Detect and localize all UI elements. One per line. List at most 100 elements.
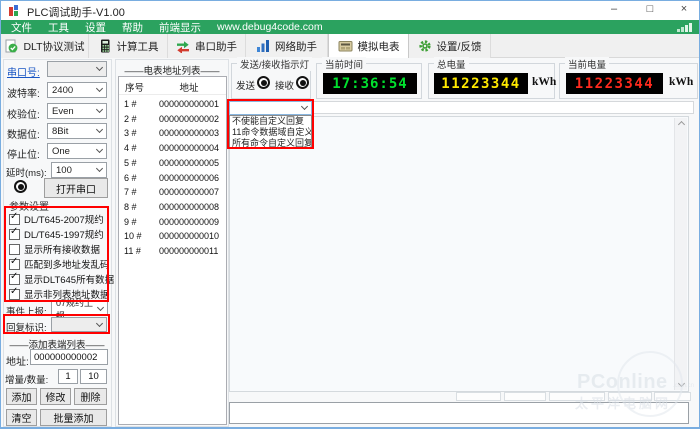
receive-label: 接收 bbox=[275, 78, 294, 92]
tab-settings-feedback[interactable]: 设置/反馈 bbox=[409, 34, 491, 58]
signal-bars-icon bbox=[677, 23, 693, 32]
serial-port-label[interactable]: 串口号: bbox=[7, 64, 40, 79]
meter-row[interactable]: 7 #000000000007 bbox=[119, 185, 226, 199]
menu-item-website[interactable]: www.debug4code.com bbox=[217, 21, 323, 33]
meter-row[interactable]: 6 #000000000006 bbox=[119, 171, 226, 185]
tab-calculator-tool[interactable]: 计算工具 bbox=[89, 34, 168, 58]
serial-status-led bbox=[14, 180, 27, 193]
dropdown-option[interactable]: 不使能自定义回复 bbox=[230, 116, 311, 127]
scroll-up-icon[interactable] bbox=[677, 121, 684, 128]
tab-serial-assistant[interactable]: 串口助手 bbox=[168, 34, 246, 58]
tab-label: DLT协议测试 bbox=[23, 39, 84, 54]
meter-row[interactable]: 5 #000000000005 bbox=[119, 156, 226, 170]
meter-row[interactable]: 4 #000000000004 bbox=[119, 141, 226, 155]
quantity-input[interactable] bbox=[80, 369, 107, 384]
maximize-button[interactable]: □ bbox=[635, 1, 665, 19]
dropdown-option[interactable]: 所有命令自定义回复 bbox=[230, 138, 311, 149]
checkbox-label: 显示所有接收数据 bbox=[24, 242, 100, 256]
custom-reply-select[interactable] bbox=[229, 101, 312, 115]
clear-button[interactable]: 清空 bbox=[6, 409, 37, 426]
checkbox-label: DL/T645-1997规约 bbox=[24, 227, 104, 241]
delete-button[interactable]: 删除 bbox=[74, 388, 107, 405]
title-bar: PLC调试助手-V1.00 – □ × bbox=[1, 1, 699, 20]
meter-address-list[interactable]: 序号 地址 1 #000000000001 2 #000000000002 3 … bbox=[118, 76, 227, 425]
bar-chart-icon bbox=[256, 39, 270, 53]
increment-input[interactable] bbox=[58, 369, 78, 384]
stop-bits-label: 停止位: bbox=[7, 146, 40, 161]
chevron-down-icon bbox=[96, 165, 103, 172]
event-report-select[interactable]: 07规约上报 bbox=[51, 301, 108, 316]
status-strip bbox=[313, 101, 694, 114]
close-button[interactable]: × bbox=[669, 1, 699, 19]
dropdown-option[interactable]: 11命令数据域自定义 bbox=[230, 127, 311, 138]
address-input[interactable] bbox=[30, 349, 108, 365]
tab-label: 网络助手 bbox=[275, 39, 317, 54]
menu-item-help[interactable]: 帮助 bbox=[122, 20, 143, 35]
meter-row[interactable]: 9 #000000000009 bbox=[119, 215, 226, 229]
checkbox-dlt645-2007[interactable]: ✓ DL/T645-2007规约 bbox=[9, 212, 104, 226]
total-energy-title: 总电量 bbox=[434, 57, 469, 71]
chevron-down-icon bbox=[96, 146, 103, 153]
app-window: { "window": { "title": "PLC调试助手-V1.00", … bbox=[0, 0, 700, 429]
checkbox-multi-address-garble[interactable]: ✓ 匹配到多地址发乱码 bbox=[9, 257, 110, 271]
tab-label: 计算工具 bbox=[117, 39, 159, 54]
header-divider bbox=[119, 94, 226, 95]
checkbox-box: ✓ bbox=[9, 274, 20, 285]
delay-select[interactable]: 100 bbox=[51, 162, 107, 178]
response-data-panel[interactable] bbox=[229, 116, 689, 392]
chevron-down-icon bbox=[96, 126, 103, 133]
menu-item-front-display[interactable]: 前端显示 bbox=[159, 20, 201, 35]
scroll-down-icon[interactable] bbox=[678, 380, 685, 387]
menu-item-tools[interactable]: 工具 bbox=[48, 20, 69, 35]
message-input[interactable] bbox=[229, 402, 689, 424]
menu-item-settings[interactable]: 设置 bbox=[85, 20, 106, 35]
reply-id-label: 回复标识: bbox=[6, 320, 47, 334]
total-energy-display: 11223344 bbox=[434, 73, 528, 94]
tab-label: 设置/反馈 bbox=[437, 39, 482, 54]
parity-select[interactable]: Even bbox=[47, 103, 107, 119]
meter-row[interactable]: 3 #000000000003 bbox=[119, 126, 226, 140]
tool-tab-bar: DLT协议测试 计算工具 串口助手 网络助手 bbox=[1, 34, 699, 58]
checkbox-label: 匹配到多地址发乱码 bbox=[24, 257, 110, 271]
batch-add-button[interactable]: 批量添加 bbox=[40, 409, 107, 426]
increment-quantity-label: 增量/数量: bbox=[5, 372, 48, 386]
checkbox-show-all-received[interactable]: 显示所有接收数据 bbox=[9, 242, 100, 256]
chevron-down-icon bbox=[96, 64, 103, 71]
checkbox-show-dlt645-all-data[interactable]: ✓ 显示DLT645所有数据 bbox=[9, 272, 114, 286]
calculator-icon bbox=[98, 39, 112, 53]
tab-label: 串口助手 bbox=[195, 39, 237, 54]
modify-button[interactable]: 修改 bbox=[40, 388, 71, 405]
meter-row[interactable]: 10 #000000000010 bbox=[119, 229, 226, 243]
reply-id-select[interactable] bbox=[51, 317, 107, 332]
meter-row[interactable]: 2 #000000000002 bbox=[119, 112, 226, 126]
chevron-down-icon bbox=[96, 106, 103, 113]
open-port-button[interactable]: 打开串口 bbox=[44, 178, 108, 198]
meter-row[interactable]: 1 #000000000001 bbox=[119, 97, 226, 111]
ghost-box bbox=[608, 392, 652, 401]
baud-rate-select[interactable]: 2400 bbox=[47, 82, 107, 98]
data-bits-select[interactable]: 8Bit bbox=[47, 123, 107, 139]
add-button[interactable]: 添加 bbox=[6, 388, 37, 405]
app-icon bbox=[8, 3, 22, 17]
swap-arrows-icon bbox=[176, 39, 190, 53]
checkbox-box: ✓ bbox=[9, 214, 20, 225]
tab-simulated-meter[interactable]: 模拟电表 bbox=[328, 34, 409, 58]
scrollbar[interactable] bbox=[674, 118, 687, 390]
meter-icon bbox=[338, 39, 353, 53]
address-label: 地址: bbox=[6, 353, 29, 368]
total-energy-unit: kWh bbox=[532, 76, 556, 88]
meter-row[interactable]: 8 #000000000008 bbox=[119, 200, 226, 214]
serial-port-select[interactable] bbox=[47, 61, 107, 77]
meter-list-title: ——电表地址列表—— bbox=[115, 63, 229, 77]
meter-row[interactable]: 11 #000000000011 bbox=[119, 244, 226, 258]
menu-item-file[interactable]: 文件 bbox=[11, 20, 32, 35]
current-time-title: 当前时间 bbox=[322, 57, 366, 71]
tab-dlt-protocol-test[interactable]: DLT协议测试 bbox=[1, 34, 89, 58]
ghost-box bbox=[654, 392, 691, 401]
gear-icon bbox=[418, 39, 432, 53]
tab-network-assistant[interactable]: 网络助手 bbox=[246, 34, 328, 58]
tab-label: 模拟电表 bbox=[358, 39, 400, 54]
minimize-button[interactable]: – bbox=[599, 1, 629, 19]
checkbox-dlt645-1997[interactable]: ✓ DL/T645-1997规约 bbox=[9, 227, 104, 241]
stop-bits-select[interactable]: One bbox=[47, 143, 107, 159]
